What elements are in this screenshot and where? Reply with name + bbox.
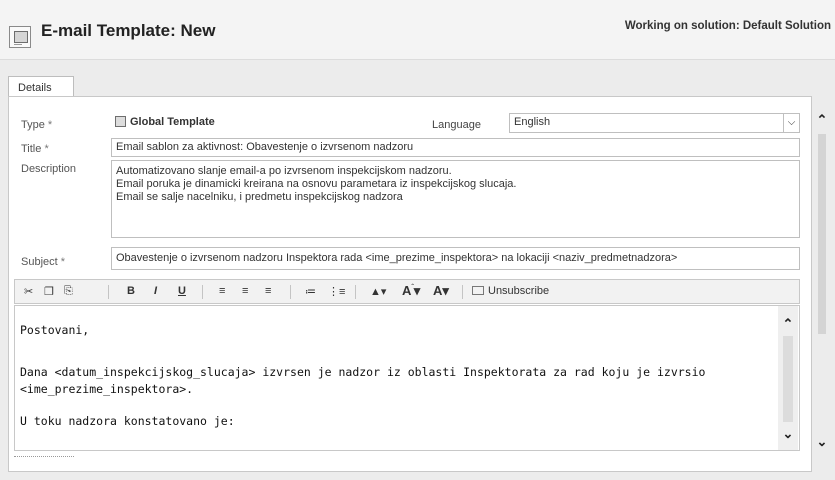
title-field[interactable]: Email sablon za aktivnost: Obavestenje o… xyxy=(111,138,800,157)
font-size-up-button[interactable]: Aˆ▾ xyxy=(402,283,420,299)
toolbar-divider xyxy=(202,285,203,299)
description-line: Automatizovano slanje email-a po izvrsen… xyxy=(116,165,452,177)
chevron-up-icon[interactable]: ⌃ xyxy=(816,112,828,128)
bulleted-list-icon[interactable]: ⋮≡ xyxy=(328,285,345,298)
unsubscribe-button[interactable]: Unsubscribe xyxy=(472,285,549,297)
editor-line: <ime_prezime_inspektora>. xyxy=(20,382,194,396)
language-select[interactable]: English ⌵ xyxy=(509,113,800,133)
scrollbar-thumb[interactable] xyxy=(783,336,793,422)
copy-icon[interactable]: ❐ xyxy=(44,285,54,298)
editor-line: Postovani, xyxy=(20,323,90,337)
email-body-editor[interactable]: Postovani, Dana <datum_inspekcijskog_slu… xyxy=(14,305,800,451)
toolbar-divider xyxy=(290,285,291,299)
unsubscribe-icon xyxy=(472,286,484,295)
chevron-down-icon[interactable]: ⌄ xyxy=(782,426,794,442)
email-template-icon xyxy=(9,26,31,48)
bold-button[interactable]: B xyxy=(127,285,135,297)
align-center-icon[interactable]: ≡ xyxy=(242,285,248,297)
editor-scrollbar[interactable]: ⌃ ⌄ xyxy=(778,306,798,450)
scrollbar-thumb[interactable] xyxy=(818,134,826,334)
editor-toolbar: ✂ ❐ ⎘ B I U ≡ ≡ ≡ ≔ ⋮≡ ▲▾ Aˆ▾ A▾ Unsubsc… xyxy=(14,279,800,304)
chevron-down-icon[interactable]: ⌄ xyxy=(816,434,828,450)
template-icon xyxy=(115,116,126,127)
editor-line: U toku nadzora konstatovano je: xyxy=(20,414,235,428)
subject-label: Subject * xyxy=(21,256,66,268)
form-header: E-mail Template: New Working on solution… xyxy=(0,0,835,60)
form-scrollbar[interactable]: ⌃ ⌄ xyxy=(812,112,832,450)
numbered-list-icon[interactable]: ≔ xyxy=(305,285,316,298)
editor-line: Dana <datum_inspekcijskog_slucaja> izvrs… xyxy=(20,365,706,379)
highlight-color-icon[interactable]: ▲▾ xyxy=(370,285,386,298)
italic-button[interactable]: I xyxy=(154,285,157,297)
page-title: E-mail Template: New xyxy=(41,21,216,40)
paste-icon[interactable]: ⎘ xyxy=(64,285,73,298)
cut-icon[interactable]: ✂ xyxy=(24,285,33,298)
description-field[interactable]: Automatizovano slanje email-a po izvrsen… xyxy=(111,160,800,238)
section-divider xyxy=(14,456,74,462)
align-left-icon[interactable]: ≡ xyxy=(219,285,225,297)
tab-details[interactable]: Details xyxy=(8,76,74,97)
chevron-down-icon[interactable]: ⌵ xyxy=(783,114,799,132)
toolbar-divider xyxy=(355,285,356,299)
font-color-button[interactable]: A▾ xyxy=(433,283,449,299)
underline-button[interactable]: U xyxy=(178,285,186,297)
align-right-icon[interactable]: ≡ xyxy=(265,285,271,297)
solution-indicator: Working on solution: Default Solution xyxy=(624,20,831,32)
subject-field[interactable]: Obavestenje o izvrsenom nadzoru Inspekto… xyxy=(111,247,800,270)
title-label: Title * xyxy=(21,143,49,155)
description-line: Email se salje nacelniku, i predmetu ins… xyxy=(116,191,403,203)
language-label: Language xyxy=(432,119,481,131)
toolbar-divider xyxy=(108,285,109,299)
type-value[interactable]: Global Template xyxy=(115,116,215,128)
type-label: Type * xyxy=(21,119,53,131)
chevron-up-icon[interactable]: ⌃ xyxy=(782,316,794,332)
toolbar-divider xyxy=(462,285,463,299)
description-line: Email poruka je dinamicki kreirana na os… xyxy=(116,178,517,190)
description-label: Description xyxy=(21,163,77,175)
